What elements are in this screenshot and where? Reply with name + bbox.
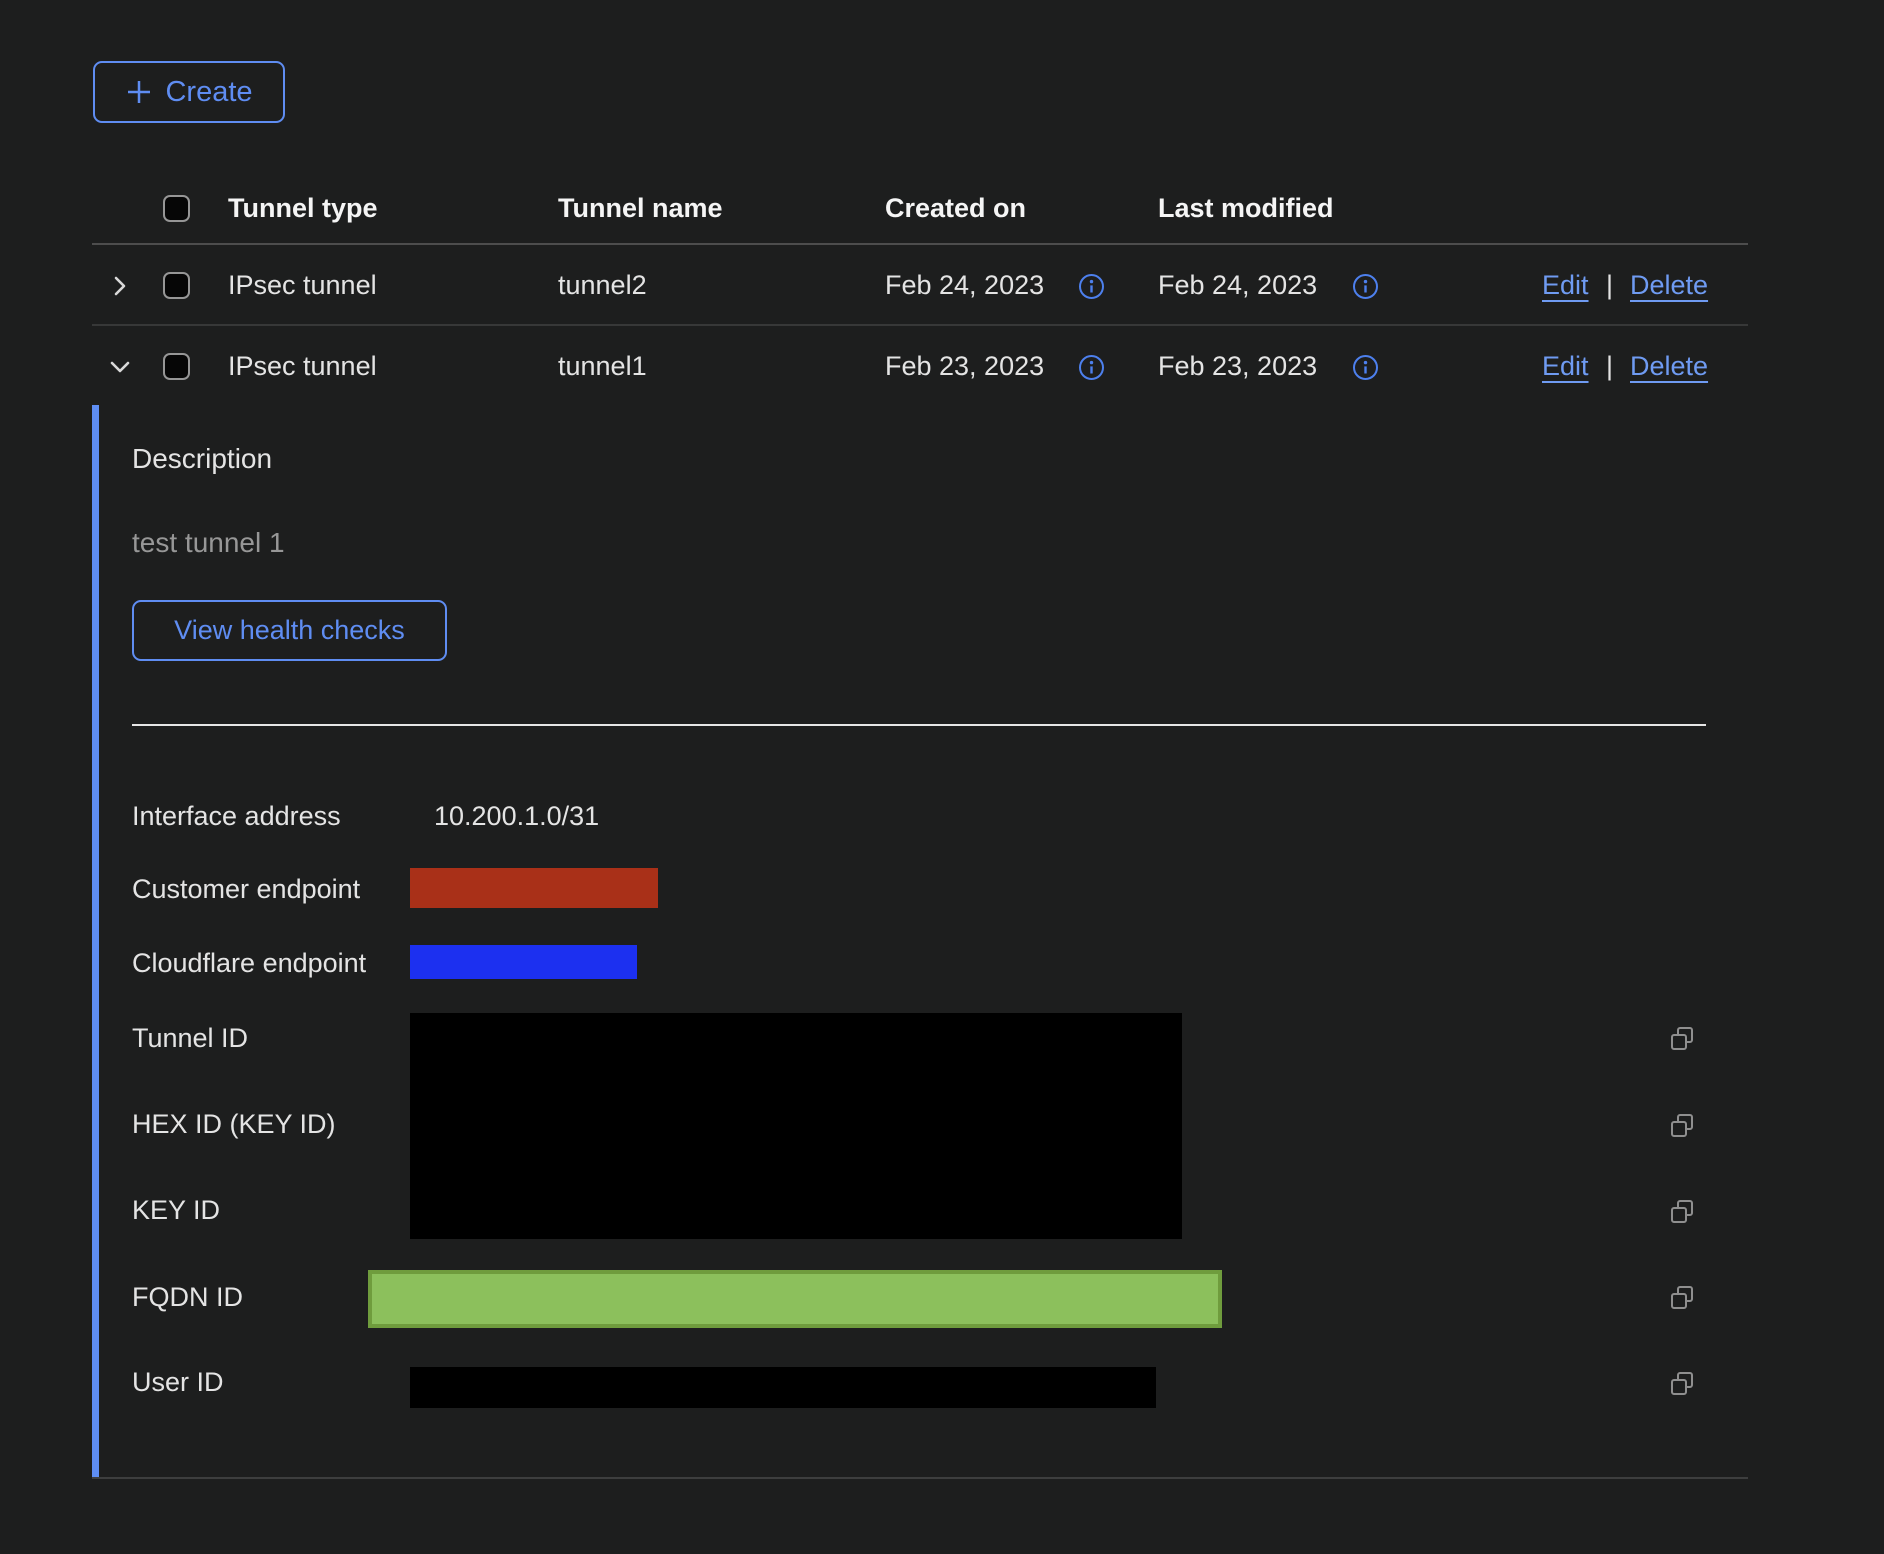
info-icon[interactable] <box>1078 273 1105 300</box>
action-separator: | <box>1606 269 1613 301</box>
fqdn-id-label: FQDN ID <box>132 1281 243 1313</box>
description-label: Description <box>132 443 272 475</box>
tunnel-name-cell: tunnel2 <box>558 269 647 301</box>
copy-icon[interactable] <box>1668 1025 1696 1053</box>
copy-icon[interactable] <box>1668 1198 1696 1226</box>
row-checkbox[interactable] <box>163 353 190 380</box>
tunnel-name-cell: tunnel1 <box>558 350 647 382</box>
row-divider <box>92 324 1748 326</box>
info-icon[interactable] <box>1352 273 1379 300</box>
create-button[interactable]: Create <box>93 61 285 123</box>
user-id-redacted-value <box>410 1367 1156 1408</box>
select-all-checkbox[interactable] <box>163 195 190 222</box>
column-header-last-modified: Last modified <box>1158 192 1334 224</box>
delete-link[interactable]: Delete <box>1630 269 1708 301</box>
delete-link[interactable]: Delete <box>1630 350 1708 382</box>
user-id-label: User ID <box>132 1366 224 1398</box>
created-on-cell: Feb 23, 2023 <box>885 350 1044 382</box>
cloudflare-endpoint-redacted-value <box>410 945 637 979</box>
last-modified-cell: Feb 23, 2023 <box>1158 350 1317 382</box>
chevron-right-icon[interactable] <box>105 271 135 301</box>
interface-address-value: 10.200.1.0/31 <box>434 800 599 832</box>
copy-icon[interactable] <box>1668 1284 1696 1312</box>
panel-bottom-divider <box>92 1477 1748 1479</box>
column-header-created-on: Created on <box>885 192 1026 224</box>
column-header-tunnel-name: Tunnel name <box>558 192 723 224</box>
tunnel-id-label: Tunnel ID <box>132 1022 248 1054</box>
chevron-down-icon[interactable] <box>105 352 135 382</box>
row-checkbox[interactable] <box>163 272 190 299</box>
copy-icon[interactable] <box>1668 1370 1696 1398</box>
expanded-row-accent-bar <box>92 405 99 1478</box>
action-separator: | <box>1606 350 1613 382</box>
created-on-cell: Feb 24, 2023 <box>885 269 1044 301</box>
info-icon[interactable] <box>1352 354 1379 381</box>
tunnel-type-cell: IPsec tunnel <box>228 269 377 301</box>
column-header-tunnel-type: Tunnel type <box>228 192 378 224</box>
description-value: test tunnel 1 <box>132 527 285 559</box>
view-health-checks-button[interactable]: View health checks <box>132 600 447 661</box>
interface-address-label: Interface address <box>132 800 341 832</box>
ids-redacted-value <box>410 1013 1182 1239</box>
view-health-checks-label: View health checks <box>174 615 405 646</box>
key-id-label: KEY ID <box>132 1194 220 1226</box>
hex-id-label: HEX ID (KEY ID) <box>132 1108 336 1140</box>
section-divider <box>132 724 1706 726</box>
fqdn-id-redacted-value <box>368 1270 1222 1328</box>
last-modified-cell: Feb 24, 2023 <box>1158 269 1317 301</box>
create-button-label: Create <box>165 76 252 109</box>
customer-endpoint-label: Customer endpoint <box>132 873 360 905</box>
edit-link[interactable]: Edit <box>1542 269 1589 301</box>
tunnels-page: Create Tunnel type Tunnel name Created o… <box>0 0 1884 1554</box>
plus-icon <box>125 78 153 106</box>
copy-icon[interactable] <box>1668 1112 1696 1140</box>
cloudflare-endpoint-label: Cloudflare endpoint <box>132 947 366 979</box>
info-icon[interactable] <box>1078 354 1105 381</box>
edit-link[interactable]: Edit <box>1542 350 1589 382</box>
customer-endpoint-redacted-value <box>410 868 658 908</box>
header-divider <box>92 243 1748 245</box>
tunnel-type-cell: IPsec tunnel <box>228 350 377 382</box>
